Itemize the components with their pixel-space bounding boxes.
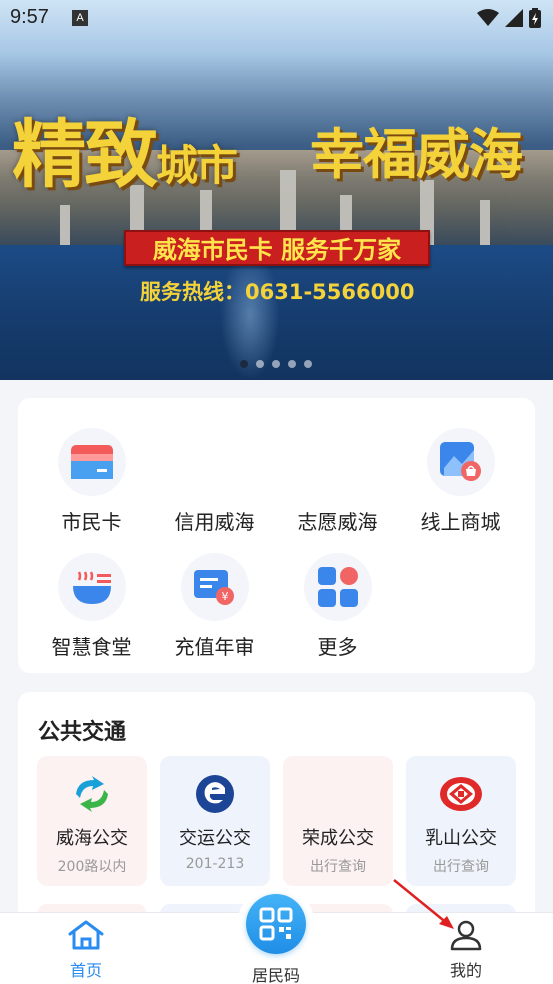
- resident-code-button[interactable]: [246, 894, 306, 954]
- banner-red-band: 威海市民卡 服务千万家: [124, 230, 430, 266]
- banner-hotline: 服务热线：0631-5566000: [140, 280, 415, 304]
- transit-jiaoyun-bus[interactable]: 交运公交 201-213: [160, 756, 270, 886]
- services-card: 市民卡 信用威海 志愿威海 线上商城 智慧食堂 ¥ 充值年审 更多: [18, 398, 535, 673]
- service-citizen-card[interactable]: 市民卡: [30, 428, 153, 535]
- status-time: 9:57: [10, 6, 49, 28]
- resident-code-label: 居民码: [251, 966, 300, 984]
- qr-code-icon: [259, 907, 293, 941]
- carousel-dot[interactable]: [256, 360, 264, 368]
- carousel-dot[interactable]: [288, 360, 296, 368]
- nav-home[interactable]: 首页: [46, 919, 126, 981]
- status-bar: 9:57 A: [0, 0, 553, 36]
- banner-slogan-right: 幸福威海: [310, 122, 523, 186]
- service-smart-canteen[interactable]: 智慧食堂: [30, 553, 153, 660]
- transit-weihai-bus[interactable]: 威海公交 200路以内: [37, 756, 147, 886]
- credit-icon: [181, 428, 249, 496]
- service-more[interactable]: 更多: [276, 553, 399, 660]
- transit-rushan-bus[interactable]: 乳山公交 出行查询: [406, 756, 516, 886]
- section-title: 公共交通: [38, 720, 127, 745]
- service-online-mall[interactable]: 线上商城: [399, 428, 522, 535]
- service-recharge-annual[interactable]: ¥ 充值年审: [153, 553, 276, 660]
- carousel-dot[interactable]: [304, 360, 312, 368]
- canteen-icon: [72, 571, 111, 604]
- svg-text:¥: ¥: [221, 590, 228, 603]
- weihai-bus-logo-icon: [76, 776, 108, 812]
- more-grid-icon: [317, 567, 358, 607]
- banner-carousel[interactable]: 精致城市 幸福威海 威海市民卡 服务千万家 服务热线：0631-5566000: [0, 0, 553, 380]
- service-volunteer-weihai[interactable]: 志愿威海: [276, 428, 399, 535]
- transit-rongcheng-bus[interactable]: 荣成公交 出行查询: [283, 756, 393, 886]
- carousel-dot[interactable]: [272, 360, 280, 368]
- card-icon: [70, 445, 113, 479]
- carousel-indicator: [240, 360, 312, 368]
- annotation-arrow-icon: [393, 879, 454, 929]
- wifi-icon: [477, 9, 499, 26]
- home-icon: [68, 920, 104, 950]
- rongcheng-logo-icon: [316, 772, 360, 816]
- service-credit-weihai[interactable]: 信用威海: [153, 428, 276, 535]
- volunteer-icon: [304, 428, 372, 496]
- shop-icon: [439, 442, 481, 481]
- banner-slogan-left: 精致城市: [12, 112, 238, 198]
- battery-icon: [529, 8, 541, 28]
- rushan-logo-icon: [440, 777, 482, 811]
- carousel-dot[interactable]: [240, 360, 248, 368]
- recharge-icon: ¥: [193, 570, 234, 605]
- signal-icon: [505, 9, 523, 27]
- jiaoyun-logo-icon: [196, 775, 234, 813]
- notification-a-icon: A: [72, 10, 88, 26]
